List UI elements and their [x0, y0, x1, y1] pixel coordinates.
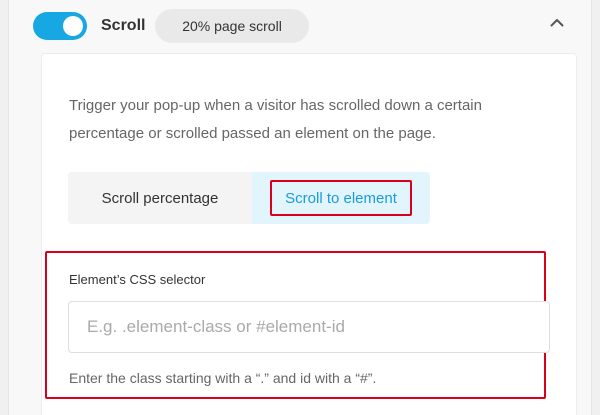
css-selector-label: Element’s CSS selector [69, 272, 206, 287]
tab-scroll-to-element[interactable]: Scroll to element [252, 172, 430, 224]
tab-highlight-box [270, 180, 412, 216]
scroll-toggle[interactable] [33, 12, 87, 40]
css-selector-help: Enter the class starting with a “.” and … [69, 370, 377, 386]
toggle-knob [63, 16, 83, 36]
tab-scroll-percentage[interactable]: Scroll percentage [68, 172, 252, 224]
panel-title: Scroll [101, 17, 146, 34]
chevron-up-icon[interactable] [548, 13, 566, 31]
tab-label: Scroll percentage [101, 189, 219, 207]
trigger-description: Trigger your pop-up when a visitor has s… [69, 97, 482, 142]
settings-card: Trigger your pop-up when a visitor has s… [41, 53, 577, 415]
scroll-mode-tabs: Scroll percentage Scroll to element [68, 172, 430, 224]
scroll-trigger-panel: Scroll 20% page scroll Trigger your pop-… [8, 0, 592, 415]
summary-badge: 20% page scroll [155, 9, 309, 43]
css-selector-input[interactable] [68, 301, 550, 353]
